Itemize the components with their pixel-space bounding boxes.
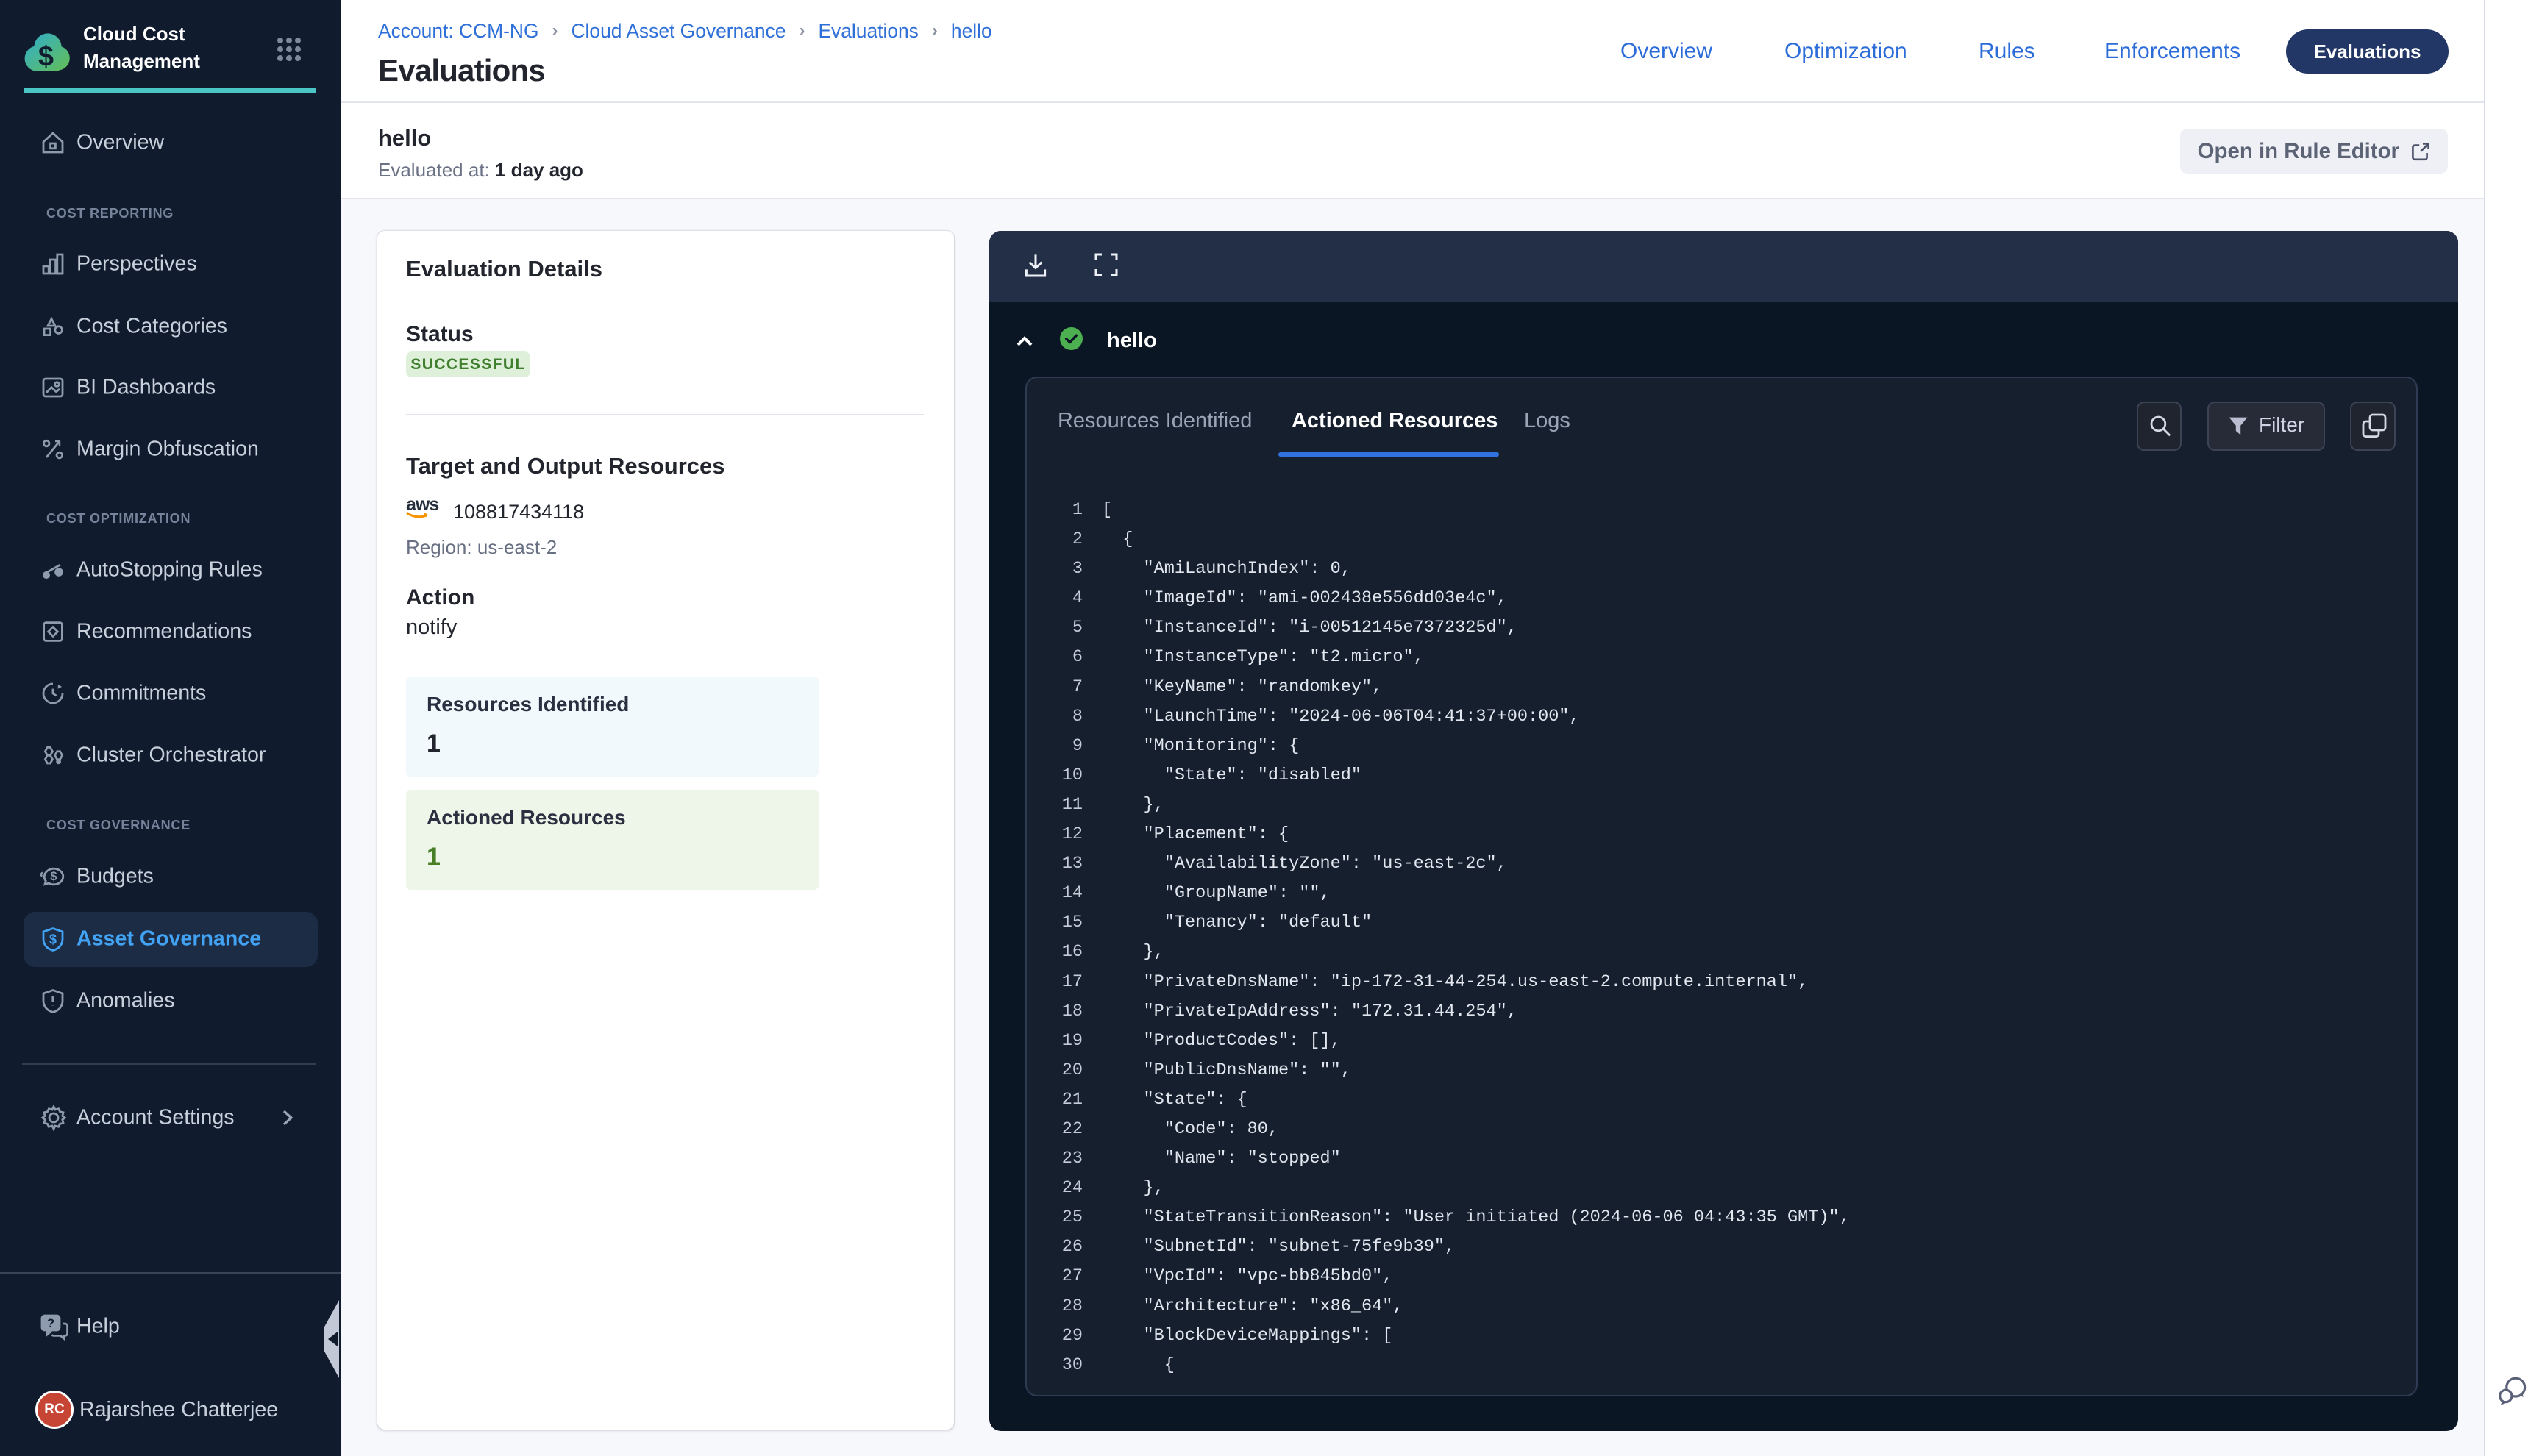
- svg-text:?: ?: [47, 1316, 54, 1330]
- svg-text:$: $: [38, 41, 54, 72]
- svg-text:$: $: [50, 869, 57, 883]
- svg-text:$: $: [49, 932, 57, 946]
- svg-text:aws: aws: [406, 494, 438, 515]
